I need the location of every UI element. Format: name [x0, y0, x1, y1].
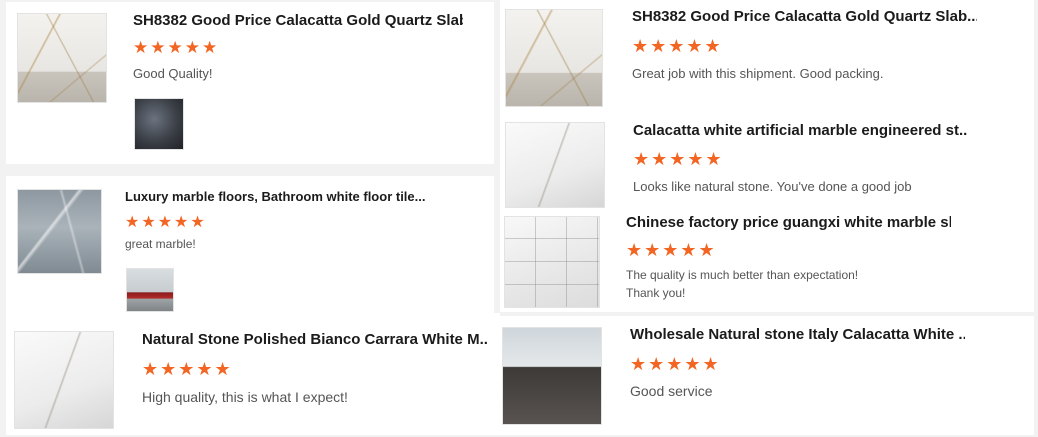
product-title[interactable]: SH8382 Good Price Calacatta Gold Quartz …: [632, 8, 977, 25]
product-title[interactable]: SH8382 Good Price Calacatta Gold Quartz …: [133, 12, 463, 29]
star-rating: ★★★★★: [630, 354, 721, 374]
review-card: Natural Stone Polished Bianco Carrara Wh…: [6, 313, 500, 435]
star-rating: ★★★★★: [125, 214, 207, 231]
review-card: Calacatta white artificial marble engine…: [500, 112, 1034, 210]
product-thumbnail[interactable]: [17, 189, 102, 274]
star-rating: ★★★★★: [626, 240, 717, 260]
review-card: SH8382 Good Price Calacatta Gold Quartz …: [6, 2, 494, 164]
product-thumbnail[interactable]: [505, 122, 605, 208]
product-title[interactable]: Chinese factory price guangxi white marb…: [626, 214, 951, 231]
product-thumbnail[interactable]: [505, 9, 603, 107]
product-thumbnail[interactable]: [504, 216, 600, 308]
product-title[interactable]: Luxury marble floors, Bathroom white flo…: [125, 189, 425, 204]
star-rating: ★★★★★: [142, 359, 233, 379]
review-card: Chinese factory price guangxi white marb…: [500, 210, 1034, 312]
review-text: High quality, this is what I expect!: [142, 389, 348, 405]
product-thumbnail[interactable]: [14, 331, 114, 429]
star-rating: ★★★★★: [133, 38, 220, 57]
review-text: Good service: [630, 383, 713, 399]
product-thumbnail[interactable]: [17, 13, 107, 103]
review-text: Great job with this shipment. Good packi…: [632, 66, 884, 81]
star-rating: ★★★★★: [632, 36, 723, 56]
review-photo[interactable]: [126, 268, 174, 312]
review-text-line1: The quality is much better than expectat…: [626, 268, 859, 282]
review-text: great marble!: [125, 237, 196, 251]
product-title[interactable]: Calacatta white artificial marble engine…: [633, 122, 968, 139]
product-title[interactable]: Natural Stone Polished Bianco Carrara Wh…: [142, 331, 487, 348]
review-text: Looks like natural stone. You've done a …: [633, 179, 912, 194]
review-card: Luxury marble floors, Bathroom white flo…: [6, 176, 494, 313]
review-photo[interactable]: [134, 98, 184, 150]
star-rating: ★★★★★: [633, 149, 724, 169]
review-card: Wholesale Natural stone Italy Calacatta …: [500, 316, 1034, 435]
product-title[interactable]: Wholesale Natural stone Italy Calacatta …: [630, 326, 965, 343]
review-text-line2: Thank you!: [626, 286, 686, 300]
review-card: SH8382 Good Price Calacatta Gold Quartz …: [500, 0, 1034, 112]
review-text: Good Quality!: [133, 66, 213, 81]
product-thumbnail[interactable]: [502, 327, 602, 425]
